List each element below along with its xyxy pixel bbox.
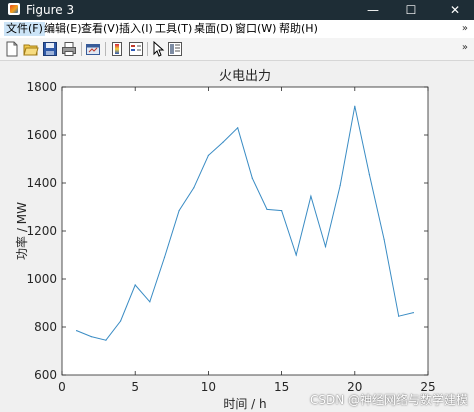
data-point bbox=[339, 184, 341, 186]
y-tick-label: 1600 bbox=[26, 128, 57, 142]
menu-desktop[interactable]: 桌面(D) bbox=[194, 22, 233, 36]
menu-overflow-icon[interactable]: » bbox=[462, 23, 468, 34]
data-point bbox=[149, 301, 151, 303]
data-point bbox=[90, 336, 92, 338]
menu-view[interactable]: 查看(V) bbox=[81, 22, 119, 36]
menu-tools[interactable]: 工具(T) bbox=[155, 22, 192, 36]
toolbar: » bbox=[0, 38, 474, 61]
chart-title: 火电出力 bbox=[219, 69, 271, 84]
data-point bbox=[222, 141, 224, 143]
menu-insert[interactable]: 插入(I) bbox=[119, 22, 153, 36]
data-point bbox=[134, 284, 136, 286]
data-point bbox=[354, 105, 356, 107]
x-tick-label: 0 bbox=[58, 380, 66, 394]
menu-edit[interactable]: 编辑(E) bbox=[44, 22, 82, 36]
window-title-bar: Figure 3 — ☐ ✕ bbox=[0, 0, 474, 20]
csdn-watermark: CSDN @神经网络与数学建模 bbox=[309, 393, 468, 407]
menu-bar: 文件(F) 编辑(E) 查看(V) 插入(I) 工具(T) 桌面(D) 窗口(W… bbox=[0, 20, 474, 38]
data-point bbox=[281, 210, 283, 212]
print-icon[interactable] bbox=[61, 41, 77, 57]
x-tick-label: 10 bbox=[201, 380, 216, 394]
data-point bbox=[207, 154, 209, 156]
data-point bbox=[383, 238, 385, 240]
legend-icon[interactable] bbox=[128, 41, 144, 57]
data-point bbox=[251, 177, 253, 179]
data-point bbox=[324, 246, 327, 248]
data-point bbox=[412, 312, 414, 314]
line-chart: 0 5 10 15 20 2560080010001200140016001800 火电出… bbox=[14, 69, 436, 411]
y-tick-label: 800 bbox=[34, 320, 57, 334]
menu-window[interactable]: 窗口(W) bbox=[235, 22, 276, 36]
y-tick-label: 1000 bbox=[26, 272, 57, 286]
data-point bbox=[398, 315, 400, 317]
y-axis-label: 功率 / MW bbox=[14, 202, 29, 260]
save-icon[interactable] bbox=[42, 41, 58, 57]
data-point bbox=[310, 195, 312, 197]
toolbar-overflow-icon[interactable]: » bbox=[462, 42, 468, 53]
menu-help[interactable]: 帮助(H) bbox=[279, 22, 318, 36]
open-file-icon[interactable] bbox=[23, 41, 39, 57]
data-point bbox=[105, 339, 107, 341]
toolbar-separator bbox=[147, 42, 148, 56]
toolbar-separator bbox=[105, 42, 106, 56]
matlab-figure-icon bbox=[8, 3, 20, 15]
data-point bbox=[266, 208, 268, 210]
y-tick-label: 600 bbox=[34, 368, 57, 382]
property-editor-icon[interactable] bbox=[167, 41, 183, 57]
data-point bbox=[76, 330, 78, 332]
data-point bbox=[295, 254, 297, 256]
menu-file[interactable]: 文件(F) bbox=[4, 22, 45, 36]
data-point bbox=[237, 127, 239, 129]
figure-canvas: 0 5 10 15 20 25 600 800 1000 1200 1400 1600 1800 火电出… bbox=[0, 61, 474, 412]
data-point bbox=[193, 187, 195, 189]
window-title: Figure 3 bbox=[26, 3, 75, 17]
data-point bbox=[119, 320, 122, 322]
pointer-icon[interactable] bbox=[150, 40, 166, 57]
colorbar-icon[interactable] bbox=[109, 41, 125, 57]
link-plot-icon[interactable] bbox=[85, 41, 101, 57]
y-tick-label: 1400 bbox=[26, 176, 57, 190]
y-tick-label: 1800 bbox=[26, 80, 57, 94]
y-tick-label: 1200 bbox=[26, 224, 57, 238]
x-tick-label: 15 bbox=[274, 380, 289, 394]
data-point bbox=[368, 174, 371, 176]
x-axis-label: 时间 / h bbox=[223, 397, 266, 411]
data-point bbox=[163, 256, 166, 258]
axes-box bbox=[61, 86, 429, 376]
maximize-button[interactable]: ☐ bbox=[394, 0, 428, 20]
toolbar-separator bbox=[81, 42, 82, 56]
minimize-button[interactable]: — bbox=[356, 0, 390, 20]
close-button[interactable]: ✕ bbox=[438, 0, 472, 20]
data-point bbox=[178, 210, 180, 212]
x-tick-label: 5 bbox=[131, 380, 139, 394]
new-figure-icon[interactable] bbox=[4, 41, 20, 57]
